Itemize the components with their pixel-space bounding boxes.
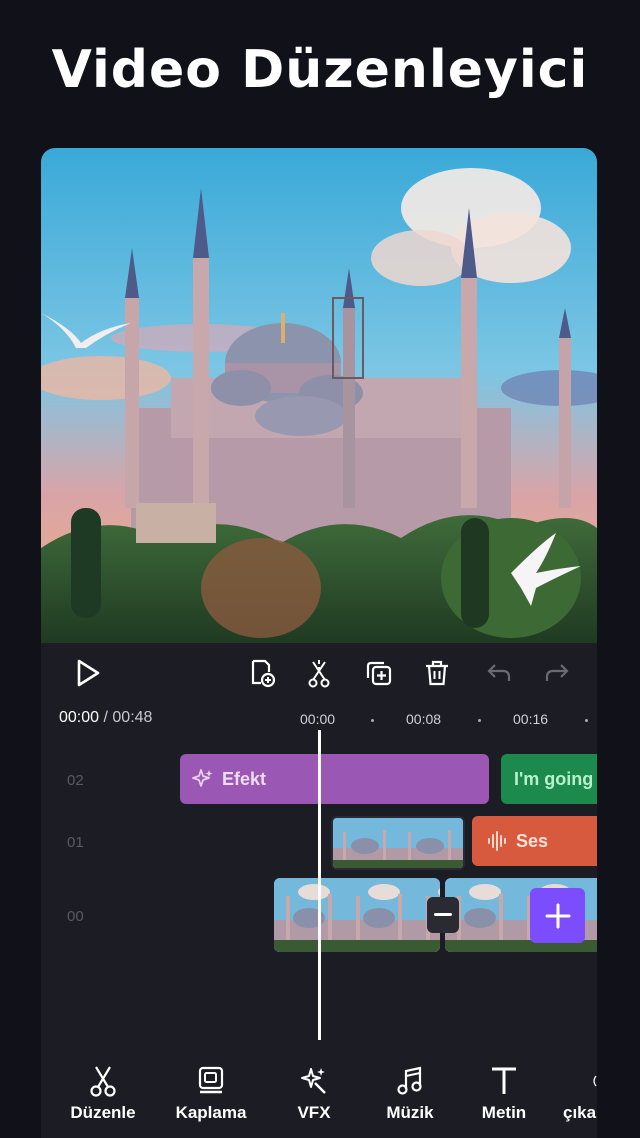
tool-overlay-label: Kaplama [175,1103,247,1122]
scissors-icon [58,1063,148,1099]
time-separator: / [99,709,113,726]
tool-vfx[interactable]: VFX [269,1063,359,1123]
playhead[interactable] [318,730,321,1040]
editor-screen: 00:00 / 00:48 00:00 00:08 00:16 02 01 00… [41,148,597,1138]
tick-label: 00:16 [513,711,549,727]
music-icon [365,1063,455,1099]
main-video-clip[interactable] [274,878,440,952]
tick-label: 00:08 [406,711,442,727]
waveform-icon [486,830,508,852]
sparkle-icon [192,768,214,790]
audio-clip[interactable]: Ses [472,816,597,866]
page-headline: Video Düzenleyici [51,40,589,100]
overlay-thumbnails [333,818,463,868]
tool-text-label: Metin [481,1103,527,1122]
text-icon [459,1063,549,1099]
tool-vfx-label: VFX [297,1103,331,1122]
tick-dot [585,719,588,722]
playback-controls [41,643,597,703]
text-clip-label: I'm going [514,768,594,789]
magic-icon [269,1063,359,1099]
add-clip-icon[interactable] [246,657,278,689]
audio-clip-label: Ses [516,830,549,851]
transition-button[interactable] [427,897,459,933]
current-time: 00:00 [59,709,100,726]
main-clip-thumbnails [274,878,440,952]
mosque-scene [41,148,597,643]
track-label-01: 01 [67,834,84,851]
undo-icon[interactable] [483,657,515,689]
add-media-button[interactable] [530,888,585,943]
text-clip[interactable]: I'm going [501,754,597,804]
effect-clip[interactable]: Efekt [180,754,489,804]
play-icon[interactable] [69,655,105,691]
video-preview[interactable] [41,148,597,643]
tool-more[interactable]: çıka [547,1063,597,1123]
tick-dot [478,719,481,722]
tool-text[interactable]: Metin [459,1063,549,1123]
tool-edit-label: Düzenle [70,1103,136,1122]
tool-overlay[interactable]: Kaplama [166,1063,256,1123]
tick-dot [371,719,374,722]
timecode: 00:00 / 00:48 [59,709,152,727]
track-label-02: 02 [67,772,84,789]
overlay-clip[interactable] [331,816,465,870]
plus-icon [545,903,570,928]
split-icon[interactable] [303,657,335,689]
overlay-icon [166,1063,256,1099]
duplicate-icon[interactable] [363,657,395,689]
tick-label: 00:00 [300,711,336,727]
effect-clip-label: Efekt [222,768,267,789]
track-label-00: 00 [67,908,84,925]
redo-icon[interactable] [541,657,573,689]
partial-icon [547,1063,597,1099]
tool-music[interactable]: Müzik [365,1063,455,1123]
tool-music-label: Müzik [386,1103,434,1122]
delete-icon[interactable] [421,657,453,689]
bottom-toolbar: Düzenle Kaplama VFX Müzik Metin çıka [41,1053,597,1138]
total-time: 00:48 [112,709,153,726]
tool-edit[interactable]: Düzenle [58,1063,148,1123]
tool-more-label: çıka [563,1103,597,1122]
